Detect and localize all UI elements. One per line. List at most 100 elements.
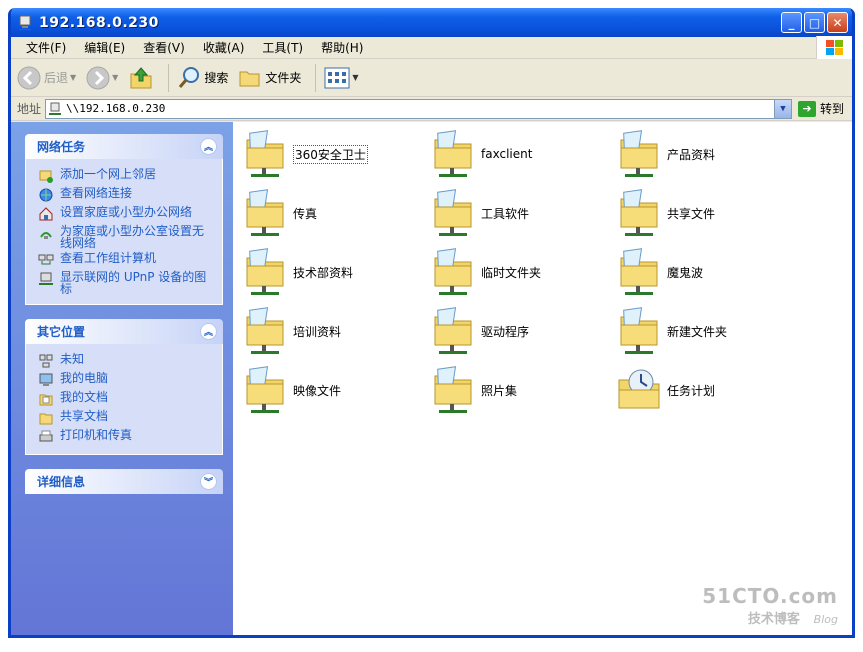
shared-folder-icon [617,246,661,298]
up-button[interactable] [126,62,156,94]
back-button[interactable]: 后退 ▼ [15,62,78,94]
panel-network-tasks: 网络任务 ︽ 添加一个网上邻居 查看网络连接设置家庭或小型办公网络为家庭或小型办公… [25,134,223,305]
task-link-label: 我的文档 [60,390,109,404]
task-link-label: 为家庭或小型办公室设置无线网络 [60,224,205,250]
minimize-button[interactable]: _ [781,12,802,33]
file-name: 映像文件 [293,383,342,398]
address-label: 地址 [17,102,42,116]
task-link[interactable]: 添加一个网上邻居 [38,168,214,184]
task-link[interactable]: 我的文档 [38,391,214,407]
expand-chevron-icon[interactable]: ︾ [200,473,217,490]
computer-icon [38,372,54,388]
shared-folder-icon [431,246,475,298]
close-button[interactable]: ✕ [827,12,848,33]
task-link-label: 查看工作组计算机 [60,251,157,265]
file-item[interactable]: 技术部资料 [243,246,423,298]
watermark-logo: 51CTO.com [702,584,838,608]
home-network-icon [38,206,54,222]
menu-bar: 文件(F) 编辑(E) 查看(V) 收藏(A) 工具(T) 帮助(H) [11,36,852,59]
task-link-label: 设置家庭或小型办公网络 [60,205,193,219]
task-link-label: 未知 [60,352,85,366]
network-drive-icon [49,102,62,115]
collapse-chevron-icon[interactable]: ︽ [200,138,217,155]
menu-file[interactable]: 文件(F) [17,39,75,56]
views-dropdown-icon[interactable]: ▼ [352,73,358,82]
file-item[interactable]: 360安全卫士 [243,128,423,180]
watermark-blog: Blog [813,613,838,626]
task-link[interactable]: 显示联网的 UPnP 设备的图标 [38,271,214,295]
views-icon [324,67,350,88]
shared-folder-icon [431,364,475,416]
task-link[interactable]: 打印机和传真 [38,429,214,445]
file-item[interactable]: 工具软件 [431,187,611,239]
panel-header-other-places[interactable]: 其它位置 ︽ [25,319,223,344]
workgroup-icon [38,252,54,268]
back-arrow-icon [17,66,41,89]
forward-button[interactable]: ▼ [84,62,120,94]
file-item[interactable]: 培训资料 [243,305,423,357]
forward-dropdown-icon[interactable]: ▼ [112,73,118,82]
file-item[interactable]: 魔鬼波 [617,246,797,298]
folders-icon [239,71,260,86]
toolbar-separator [315,63,317,92]
task-link[interactable]: 共享文档 [38,410,214,426]
file-item[interactable]: 产品资料 [617,128,797,180]
wireless-network-icon [38,225,54,241]
task-link[interactable]: 查看网络连接 [38,187,214,203]
address-input[interactable]: \\192.168.0.230 ▼ [45,98,792,119]
shared-folder-icon [243,128,287,180]
shared-folder-icon [243,187,287,239]
printer-icon [38,429,54,445]
address-value: \\192.168.0.230 [66,102,166,115]
scheduled-tasks-folder-icon [617,364,661,416]
go-button[interactable]: ➔ 转到 [792,100,852,117]
task-link-label: 添加一个网上邻居 [60,167,157,181]
panel-body-other-places: 未知我的电脑我的文档共享文档打印机和传真 [25,344,223,455]
windows-logo-icon [816,36,852,59]
title-bar[interactable]: 192.168.0.230 _ □ ✕ [11,8,852,37]
maximize-button[interactable]: □ [804,12,825,33]
menu-edit[interactable]: 编辑(E) [75,39,134,56]
task-link[interactable]: 设置家庭或小型办公网络 [38,206,214,222]
task-link[interactable]: 查看工作组计算机 [38,252,214,268]
file-item[interactable]: faxclient [431,128,611,180]
file-item[interactable]: 映像文件 [243,364,423,416]
network-connections-icon [38,187,54,203]
file-name: faxclient [481,147,533,161]
task-link-label: 显示联网的 UPnP 设备的图标 [60,270,207,296]
menu-view[interactable]: 查看(V) [134,39,194,56]
panel-header-details[interactable]: 详细信息 ︾ [25,469,223,494]
upnp-icon [38,271,54,287]
menu-help[interactable]: 帮助(H) [312,39,372,56]
collapse-chevron-icon[interactable]: ︽ [200,323,217,340]
network-icon [38,353,54,369]
shared-folder-icon [243,305,287,357]
file-item[interactable]: 照片集 [431,364,611,416]
shared-folder-icon [431,305,475,357]
watermark: 51CTO.com 技术博客 Blog [702,584,838,627]
task-link-label: 查看网络连接 [60,186,133,200]
folders-button[interactable]: 文件夹 [236,62,303,94]
file-name: 新建文件夹 [667,324,728,339]
search-button[interactable]: 搜索 [175,62,230,94]
menu-favorites[interactable]: 收藏(A) [194,39,254,56]
file-item[interactable]: 新建文件夹 [617,305,797,357]
panel-header-network-tasks[interactable]: 网络任务 ︽ [25,134,223,159]
address-dropdown-icon[interactable]: ▼ [773,99,791,118]
address-bar: 地址 \\192.168.0.230 ▼ ➔ 转到 [11,97,852,121]
file-item[interactable]: 临时文件夹 [431,246,611,298]
file-item[interactable]: 任务计划 [617,364,797,416]
file-item[interactable]: 共享文件 [617,187,797,239]
task-link[interactable]: 为家庭或小型办公室设置无线网络 [38,225,214,249]
menu-tools[interactable]: 工具(T) [253,39,312,56]
views-button[interactable]: ▼ [322,62,360,94]
task-link[interactable]: 我的电脑 [38,372,214,388]
file-item[interactable]: 驱动程序 [431,305,611,357]
panel-body-network-tasks: 添加一个网上邻居 查看网络连接设置家庭或小型办公网络为家庭或小型办公室设置无线网络… [25,159,223,305]
task-link[interactable]: 未知 [38,353,214,369]
file-item[interactable]: 传真 [243,187,423,239]
toolbar: 后退 ▼ ▼ 搜索 文件夹 ▼ [11,59,852,97]
shared-folder-icon [617,187,661,239]
task-link-label: 打印机和传真 [60,428,133,442]
back-dropdown-icon[interactable]: ▼ [70,73,76,82]
